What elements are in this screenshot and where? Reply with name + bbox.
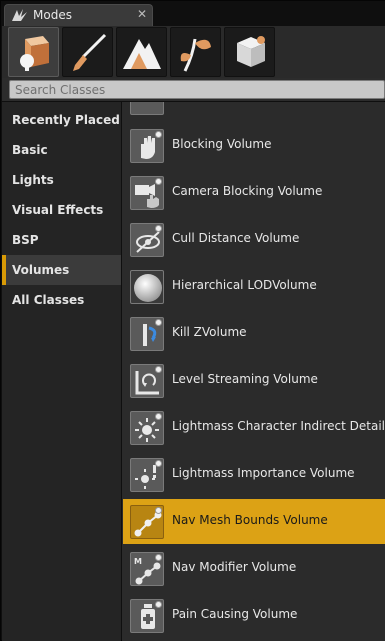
search-input[interactable] <box>9 80 385 99</box>
category-label: Lights <box>12 173 54 187</box>
light-importance-icon <box>130 458 164 492</box>
list-item-lightmass-importance-volume[interactable]: Lightmass Importance Volume <box>123 452 385 497</box>
category-label: Volumes <box>12 263 70 277</box>
light-sun-icon <box>130 411 164 445</box>
close-icon[interactable]: ✕ <box>137 7 147 21</box>
mode-toolbar <box>2 26 385 78</box>
list-item-nav-modifier-volume[interactable]: M Nav Modifier Volume <box>123 546 385 591</box>
item-label: Lightmass Importance Volume <box>172 466 355 480</box>
item-label: Lightmass Character Indirect Detail <box>172 419 385 433</box>
list-item-hierarchical-lod-volume[interactable]: Hierarchical LODVolume <box>123 264 385 309</box>
paint-mode-button[interactable] <box>62 27 113 77</box>
category-all-classes[interactable]: All Classes <box>2 285 121 315</box>
geometry-mode-button[interactable] <box>224 27 275 77</box>
pain-bottle-icon <box>130 599 164 633</box>
item-label: Level Streaming Volume <box>172 372 318 386</box>
list-item-camera-blocking-volume[interactable]: Camera Blocking Volume <box>123 170 385 215</box>
item-label: Camera Blocking Volume <box>172 184 323 198</box>
category-basic[interactable]: Basic <box>2 135 121 165</box>
category-label: Visual Effects <box>12 203 104 217</box>
item-label: Nav Modifier Volume <box>172 560 297 574</box>
list-item-blocking-volume[interactable]: Blocking Volume <box>123 123 385 168</box>
list-item-lightmass-character-indirect-detail[interactable]: Lightmass Character Indirect Detail <box>123 405 385 450</box>
category-bsp[interactable]: BSP <box>2 225 121 255</box>
list-item-level-streaming-volume[interactable]: Level Streaming Volume <box>123 358 385 403</box>
list-item-cull-distance-volume[interactable]: Cull Distance Volume <box>123 217 385 262</box>
search-bar <box>2 78 385 101</box>
category-list: Recently Placed Basic Lights Visual Effe… <box>2 102 121 641</box>
kill-z-icon <box>130 317 164 351</box>
category-label: Basic <box>12 143 48 157</box>
modes-icon <box>9 7 31 24</box>
item-label: Hierarchical LODVolume <box>172 278 317 292</box>
foliage-mode-button[interactable] <box>170 27 221 77</box>
tab-title: Modes <box>33 8 72 22</box>
item-label: Kill ZVolume <box>172 325 247 339</box>
list-item[interactable] <box>123 102 385 120</box>
list-item-nav-mesh-bounds-volume[interactable]: Nav Mesh Bounds Volume <box>123 499 385 544</box>
category-label: All Classes <box>12 293 85 307</box>
hand-icon <box>130 129 164 163</box>
volume-icon <box>130 102 164 115</box>
item-label: Pain Causing Volume <box>172 607 298 621</box>
category-lights[interactable]: Lights <box>2 165 121 195</box>
item-label: Blocking Volume <box>172 137 272 151</box>
title-bar: Modes ✕ <box>1 1 385 26</box>
landscape-mode-button[interactable] <box>116 27 167 77</box>
list-item-kill-zvolume[interactable]: Kill ZVolume <box>123 311 385 356</box>
category-label: Recently Placed <box>12 113 120 127</box>
category-visual-effects[interactable]: Visual Effects <box>2 195 121 225</box>
item-label: Cull Distance Volume <box>172 231 300 245</box>
sphere-icon <box>130 270 164 304</box>
category-volumes[interactable]: Volumes <box>2 255 121 285</box>
modes-panel: Modes ✕ Search Classes Recently Placed B… <box>0 0 385 641</box>
level-streaming-icon <box>130 364 164 398</box>
svg-text:M: M <box>134 557 142 566</box>
nav-mesh-icon <box>130 505 164 539</box>
category-label: BSP <box>12 233 39 247</box>
camera-hand-icon <box>130 176 164 210</box>
class-list: Blocking Volume Camera Blocking Volume C… <box>122 102 385 641</box>
nav-modifier-icon: M <box>130 552 164 586</box>
category-recently-placed[interactable]: Recently Placed <box>2 105 121 135</box>
item-label: Nav Mesh Bounds Volume <box>172 513 328 527</box>
modes-tab[interactable]: Modes ✕ <box>4 4 153 26</box>
place-mode-button[interactable] <box>8 27 59 77</box>
cull-eye-icon <box>130 223 164 257</box>
list-item-pain-causing-volume[interactable]: Pain Causing Volume <box>123 593 385 638</box>
